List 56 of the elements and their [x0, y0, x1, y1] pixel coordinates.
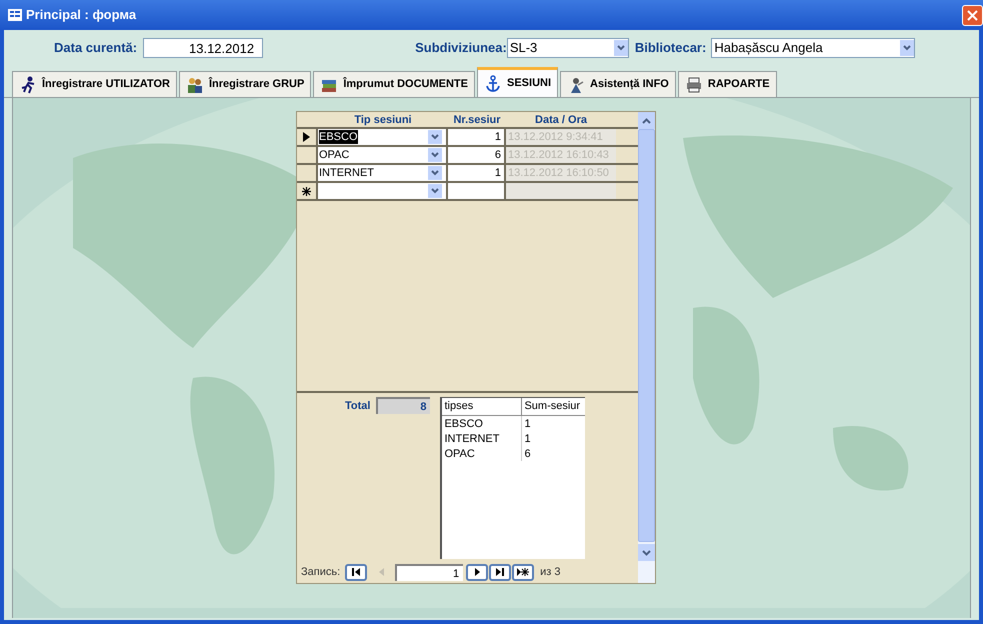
table-cell: 6 — [448, 147, 506, 163]
tab[interactable]: Înregistrare UTILIZATOR — [12, 71, 177, 97]
scroll-up-icon — [642, 118, 651, 124]
list-cell-text: 1 — [523, 416, 531, 430]
list-cell: EBSCO — [442, 416, 522, 430]
record-label: Запись: — [301, 564, 340, 580]
column-header: tipses — [442, 398, 522, 414]
tab[interactable]: RAPOARTE — [678, 71, 777, 97]
list-cell: OPAC — [442, 446, 522, 460]
first-record-button[interactable] — [345, 564, 368, 580]
tab[interactable]: Împrumut DOCUMENTE — [313, 71, 475, 97]
new-record-icon — [302, 186, 311, 196]
table-cell: 1 — [448, 129, 506, 145]
tab[interactable]: SESIUNI — [477, 67, 558, 97]
librarian-dropdown[interactable]: Habașăscu Angela — [711, 38, 916, 58]
last-record-button[interactable] — [489, 564, 512, 580]
next-record-button[interactable] — [466, 564, 488, 580]
printer-icon — [684, 76, 703, 94]
tab[interactable]: Asistență INFO — [560, 71, 676, 97]
new-record-button[interactable] — [512, 564, 534, 580]
column-header: Nr.sesiur — [452, 113, 502, 127]
running-figure-icon — [19, 76, 37, 94]
session-type-dropdown[interactable]: OPAC — [318, 147, 448, 163]
previous-icon — [378, 568, 384, 576]
subdivision-dropdown[interactable]: SL-3 — [506, 38, 629, 58]
summary-list[interactable]: tipses Sum-sesiur EBSCO 1 INTERNET 1 OPAC 6 — [440, 397, 586, 559]
session-type-dropdown[interactable]: INTERNET — [318, 165, 448, 181]
people-icon — [186, 76, 204, 94]
total-label: Total — [345, 399, 370, 414]
table-cell: 1 — [448, 165, 506, 181]
date-label: Data curentă: — [54, 39, 138, 58]
scroll-down-icon — [642, 550, 651, 556]
librarian-label: Bibliotecar: — [634, 39, 706, 58]
tab[interactable]: Înregistrare GRUP — [178, 71, 312, 97]
record-number-field[interactable]: 1 — [395, 564, 464, 580]
column-header: Sum-sesiur — [523, 399, 580, 414]
session-type-dropdown[interactable] — [318, 183, 448, 199]
session-type-dropdown[interactable]: EBSCO — [318, 129, 448, 145]
form-icon — [8, 9, 22, 21]
window-title: Principal : форма — [26, 6, 136, 24]
close-button[interactable] — [962, 4, 983, 26]
next-icon — [474, 568, 480, 576]
list-cell-text: 1 — [523, 432, 531, 446]
subdivision-label: Subdiviziunea: — [415, 39, 507, 58]
close-icon — [967, 10, 978, 20]
first-icon — [352, 568, 360, 576]
list-cell: INTERNET — [442, 430, 522, 446]
column-header: Tip sesiuni — [353, 113, 413, 127]
record-count: из 3 — [540, 564, 561, 580]
anchor-icon — [484, 74, 502, 92]
last-icon — [496, 568, 504, 576]
total-field: 8 — [376, 397, 430, 414]
date-field[interactable]: 13.12.2012 — [143, 38, 264, 58]
list-cell-text: 6 — [523, 446, 531, 460]
column-header: Data / Ora — [534, 113, 588, 127]
new-record-icon — [517, 568, 530, 576]
